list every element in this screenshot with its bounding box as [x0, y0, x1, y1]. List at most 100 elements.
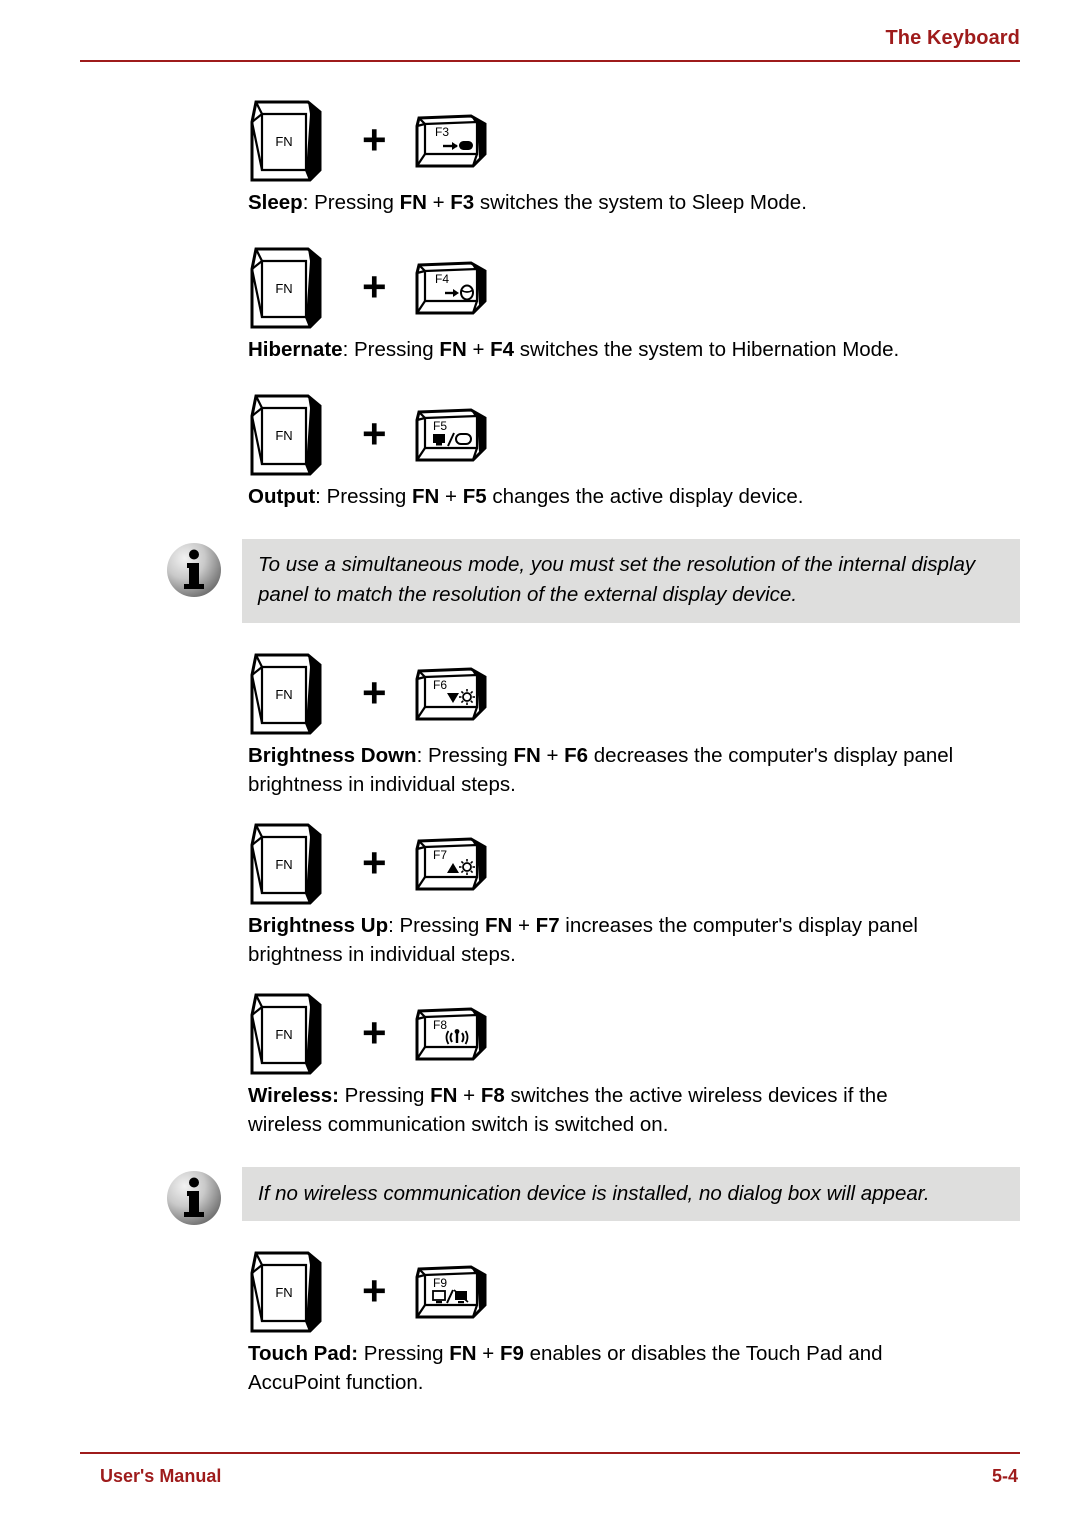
- svg-text:FN: FN: [275, 857, 292, 872]
- term-hibernate: Hibernate: [248, 338, 343, 361]
- manual-page: The Keyboard FN + F3 Sleep: Pressing FN …: [0, 0, 1080, 1529]
- section-hibernate: FN + F4 Hibernate: Pressing FN + F4 swit…: [0, 243, 1080, 364]
- key-combo-f4: FN + F4: [0, 243, 1080, 335]
- f8-key-icon: F8: [413, 1007, 491, 1063]
- bold-fn: FN: [484, 914, 513, 937]
- term-brightness-up: Brightness Up: [248, 914, 389, 937]
- svg-text:FN: FN: [275, 1027, 292, 1042]
- f9-key-icon: F9: [413, 1265, 491, 1321]
- fn-key-icon: FN: [248, 993, 324, 1077]
- info-icon: [163, 539, 225, 601]
- paragraph-touch-pad: Touch Pad: Pressing FN + F9 enables or d…: [0, 1339, 1020, 1397]
- section-output: FN + F5 Output: Pressing FN + F5 changes…: [0, 390, 1080, 511]
- page-content: FN + F3 Sleep: Pressing FN + F3 switches…: [0, 96, 1080, 1397]
- fn-key-icon: FN: [248, 394, 324, 478]
- fn-key-icon: FN: [248, 100, 324, 184]
- f6-key-icon: F6: [413, 667, 491, 723]
- key-combo-f5: FN + F5: [0, 390, 1080, 482]
- key-combo-f9: FN + F9: [0, 1247, 1080, 1339]
- note-wireless-device: If no wireless communication device is i…: [0, 1167, 1080, 1225]
- text-after-term: : Pressing: [416, 744, 514, 767]
- footer-divider: [80, 1452, 1020, 1454]
- text-mid: +: [466, 338, 491, 361]
- svg-text:F6: F6: [433, 678, 447, 692]
- term-output: Output: [248, 485, 316, 508]
- bold-fkey: F8: [480, 1084, 505, 1107]
- text-mid: +: [457, 1084, 481, 1107]
- svg-text:F4: F4: [435, 272, 449, 286]
- key-combo-f8: FN + F8: [0, 989, 1080, 1081]
- note-simultaneous-mode: To use a simultaneous mode, you must set…: [0, 539, 1080, 623]
- bold-fkey: F6: [564, 744, 589, 767]
- fn-key-icon: FN: [248, 823, 324, 907]
- term-sleep: Sleep: [248, 191, 303, 214]
- svg-text:FN: FN: [275, 281, 292, 296]
- plus-symbol: +: [362, 410, 387, 457]
- text-after-term: : Pressing: [342, 338, 440, 361]
- f3-key-icon: F3: [413, 114, 491, 170]
- section-brightness-up: FN + F7 Brightness Up: Pressing FN + F7 …: [0, 819, 1080, 969]
- svg-text:FN: FN: [275, 1285, 292, 1300]
- paragraph-brightness-down: Brightness Down: Pressing FN + F6 decrea…: [0, 741, 1020, 799]
- plus-symbol: +: [362, 839, 387, 886]
- svg-text:FN: FN: [275, 428, 292, 443]
- svg-text:F9: F9: [433, 1276, 447, 1290]
- text-after-term: : Pressing: [315, 485, 413, 508]
- bold-fkey: F4: [490, 338, 515, 361]
- plus-symbol: +: [362, 669, 387, 716]
- bold-fkey: F9: [499, 1342, 524, 1365]
- note-text: To use a simultaneous mode, you must set…: [242, 539, 1020, 623]
- page-footer: User's Manual 5-4: [80, 1452, 1020, 1502]
- svg-text:FN: FN: [275, 687, 292, 702]
- bold-fkey: F3: [450, 191, 475, 214]
- text-after-term: : Pressing: [388, 914, 485, 937]
- bold-fn: FN: [439, 338, 467, 361]
- svg-text:FN: FN: [275, 134, 292, 149]
- svg-text:F8: F8: [433, 1018, 447, 1032]
- bold-fn: FN: [412, 485, 440, 508]
- f5-key-icon: F5: [413, 408, 491, 464]
- note-text: If no wireless communication device is i…: [242, 1167, 1020, 1221]
- text-mid: +: [476, 1342, 500, 1365]
- text-after-term: Pressing: [358, 1342, 450, 1365]
- section-touch-pad: FN + F9 Touch Pad: Pressing FN + F9 enab…: [0, 1247, 1080, 1397]
- term-touch-pad: Touch Pad:: [248, 1342, 359, 1365]
- section-wireless: FN + F8 Wireless: Pressing FN + F8 switc…: [0, 989, 1080, 1139]
- paragraph-brightness-up: Brightness Up: Pressing FN + F7 increase…: [0, 911, 1020, 969]
- plus-symbol: +: [362, 1009, 387, 1056]
- plus-symbol: +: [362, 1267, 387, 1314]
- svg-text:F5: F5: [433, 419, 447, 433]
- key-combo-f3: FN + F3: [0, 96, 1080, 188]
- text-mid: +: [426, 191, 451, 214]
- paragraph-sleep: Sleep: Pressing FN + F3 switches the sys…: [0, 188, 1020, 217]
- key-combo-f7: FN + F7: [0, 819, 1080, 911]
- paragraph-wireless: Wireless: Pressing FN + F8 switches the …: [0, 1081, 1020, 1139]
- f7-key-icon: F7: [413, 837, 491, 893]
- bold-fn: FN: [513, 744, 541, 767]
- header-divider: [80, 60, 1020, 62]
- f4-key-icon: F4: [413, 261, 491, 317]
- text-after-term: : Pressing: [302, 191, 400, 214]
- plus-symbol: +: [362, 263, 387, 310]
- section-brightness-down: FN + F6 Brightness Down: Pressing FN + F…: [0, 649, 1080, 799]
- page-header: The Keyboard: [80, 27, 1020, 67]
- fn-key-icon: FN: [248, 653, 324, 737]
- bold-fn: FN: [449, 1342, 477, 1365]
- term-wireless: Wireless:: [248, 1084, 339, 1107]
- svg-text:F3: F3: [435, 125, 449, 139]
- footer-document-title: User's Manual: [100, 1466, 222, 1486]
- fn-key-icon: FN: [248, 1251, 324, 1335]
- info-icon: [163, 1167, 225, 1229]
- text-mid: +: [512, 914, 536, 937]
- paragraph-output: Output: Pressing FN + F5 changes the act…: [0, 482, 1020, 511]
- footer-page-number: 5-4: [991, 1466, 1018, 1486]
- header-title: The Keyboard: [885, 27, 1020, 49]
- bold-fkey: F7: [535, 914, 560, 937]
- text-tail: switches the system to Sleep Mode.: [474, 191, 807, 214]
- paragraph-hibernate: Hibernate: Pressing FN + F4 switches the…: [0, 335, 1020, 364]
- bold-fkey: F5: [462, 485, 487, 508]
- text-mid: +: [540, 744, 565, 767]
- section-sleep: FN + F3 Sleep: Pressing FN + F3 switches…: [0, 96, 1080, 217]
- text-mid: +: [439, 485, 463, 508]
- plus-symbol: +: [362, 116, 387, 163]
